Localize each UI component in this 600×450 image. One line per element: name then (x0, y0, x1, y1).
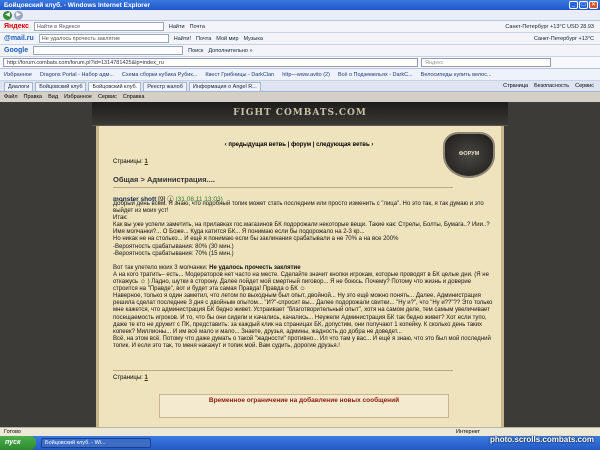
yandex-weather: Санкт-Петербург +13°C USD 28.93 (505, 23, 594, 30)
spell-fail-text: Не удалось прочесть заклятие (209, 264, 301, 271)
yandex-search-input[interactable]: Найти в Яндексе (33, 22, 164, 31)
favorite-link[interactable]: Всё о Подземельях - DarkC... (338, 72, 413, 78)
thread-nav: ‹ предыдущая ветвь | форум | следующая в… (99, 142, 499, 148)
google-search-button[interactable]: Поиск (188, 48, 203, 54)
mailru-find-button[interactable]: Найти! (174, 36, 191, 42)
favorites-bar: Избранное Dragons Portal - Набор адм... … (0, 69, 600, 81)
post-body: Добрый день всем. Я знаю, что подобный т… (113, 201, 493, 350)
pagination-bottom: Страницы: 1 (113, 375, 148, 381)
yandex-toolbar: Яндекс Найти в Яндексе Найти Почта Санкт… (0, 21, 600, 33)
tab-info[interactable]: Информация о Angel R... (188, 81, 261, 91)
tab-fight-club-active[interactable]: Бойцовский клуб. (88, 81, 142, 91)
mailru-toolbar: @mail.ru Не удалось прочесть заклятие На… (0, 33, 600, 45)
menu-bar: Файл Правка Вид Избранное Сервис Справка (0, 92, 600, 102)
pagination-top: Страницы: 1 (113, 159, 148, 165)
favorite-link[interactable]: http—www.avito (2) (282, 72, 330, 78)
tab-bar: Диалоги Бойцовский клуб Бойцовский клуб.… (0, 81, 600, 92)
page-link[interactable]: 1 (145, 375, 148, 381)
forum-content: ‹ предыдущая ветвь | форум | следующая в… (96, 126, 504, 427)
menu-tools[interactable]: Сервис (98, 94, 117, 100)
favorite-link[interactable]: Dragons Portal - Набор адм... (40, 72, 114, 78)
forward-button[interactable]: ▶ (14, 10, 23, 20)
favorites-button[interactable]: Избранное (4, 72, 32, 78)
watermark: photo.scrolls.combats.com (489, 435, 594, 444)
next-thread-link[interactable]: следующая ветвь › (316, 142, 373, 148)
yandex-logo: Яндекс (4, 23, 29, 30)
favorite-link[interactable]: Схема сборки кубика Рубик... (122, 72, 197, 78)
google-more-button[interactable]: Дополнительно » (208, 48, 252, 54)
start-button[interactable]: пуск (0, 436, 36, 450)
status-text: Готово (4, 429, 21, 435)
window-title: Бойцовский клуб. - Windows Internet Expl… (4, 1, 150, 9)
favorite-link[interactable]: Велосипеды купить велос... (421, 72, 492, 78)
mailru-weather: Санкт-Петербург +13°C (533, 35, 594, 42)
google-logo: Google (4, 47, 29, 54)
back-button[interactable]: ◀ (3, 10, 12, 20)
yandex-mail-button[interactable]: Почта (190, 24, 205, 30)
breadcrumb: Общая > Администрация.... (113, 175, 215, 184)
combats-logo: FIGHT COMBATS.COM (233, 108, 367, 118)
service-menu[interactable]: Сервис (575, 83, 594, 89)
page-link[interactable]: 1 (145, 159, 148, 165)
pages-label: Страницы: (113, 159, 143, 165)
favorite-link[interactable]: Квест Грибницы - DarkClan (205, 72, 274, 78)
post-text-part2: А на кого тратить– есть... Модераторов н… (113, 271, 493, 349)
menu-favorites[interactable]: Избранное (64, 94, 92, 100)
tab-dialogs[interactable]: Диалоги (4, 81, 34, 91)
address-bar: http://forum.combats.com/forum.pl?id=131… (0, 57, 600, 69)
prev-thread-link[interactable]: ‹ предыдущая ветвь (225, 142, 286, 148)
menu-edit[interactable]: Правка (24, 94, 43, 100)
window-titlebar: Бойцовский клуб. - Windows Internet Expl… (0, 0, 600, 10)
yandex-find-button[interactable]: Найти (169, 24, 185, 30)
pages-label: Страницы: (113, 375, 143, 381)
page-menu[interactable]: Страница (503, 83, 528, 89)
menu-help[interactable]: Справка (123, 94, 145, 100)
tab-complaints[interactable]: Реестр жалоб (143, 81, 187, 91)
tab-fight-club[interactable]: Бойцовский клуб (35, 81, 87, 91)
mailru-mail-button[interactable]: Почта (196, 36, 211, 42)
address-search-input[interactable]: Яндекс (421, 58, 551, 67)
menu-view[interactable]: Вид (48, 94, 58, 100)
post-text-part1: Добрый день всем. Я знаю, что подобный т… (113, 201, 490, 257)
security-menu[interactable]: Безопасность (534, 83, 569, 89)
google-search-input[interactable] (33, 46, 184, 55)
crest-label: ФОРУМ (458, 151, 480, 157)
menu-file[interactable]: Файл (4, 94, 18, 100)
forum-page: FIGHT COMBATS.COM ‹ предыдущая ветвь | ф… (0, 102, 600, 427)
forum-link[interactable]: форум (291, 142, 311, 148)
posting-restriction-notice: Временное ограничение на добавление новы… (159, 394, 449, 418)
mailru-music-button[interactable]: Музыка (244, 36, 263, 42)
post-intro: Вот так улетело моих 3 молчанки: (113, 264, 210, 271)
mailru-myworld-button[interactable]: Мой мир (216, 36, 238, 42)
address-input[interactable]: http://forum.combats.com/forum.pl?id=131… (3, 58, 418, 67)
notice-text: Временное ограничение на добавление новы… (208, 397, 400, 404)
mailru-search-input[interactable]: Не удалось прочесть заклятие (38, 34, 169, 43)
minimize-button[interactable]: _ (569, 1, 578, 9)
divider (113, 187, 453, 188)
forum-banner: FIGHT COMBATS.COM (92, 102, 508, 126)
close-button[interactable]: × (589, 1, 598, 9)
maximize-button[interactable]: □ (579, 1, 588, 9)
divider (113, 370, 453, 371)
mailru-logo: @mail.ru (4, 35, 34, 42)
navigation-row: ◀ ▶ (0, 10, 600, 21)
google-toolbar: Google Поиск Дополнительно » (0, 45, 600, 57)
forum-crest-icon: ФОРУМ (443, 132, 495, 178)
taskbar-window-button[interactable]: Бойцовский клуб. - Wi... (41, 438, 151, 448)
